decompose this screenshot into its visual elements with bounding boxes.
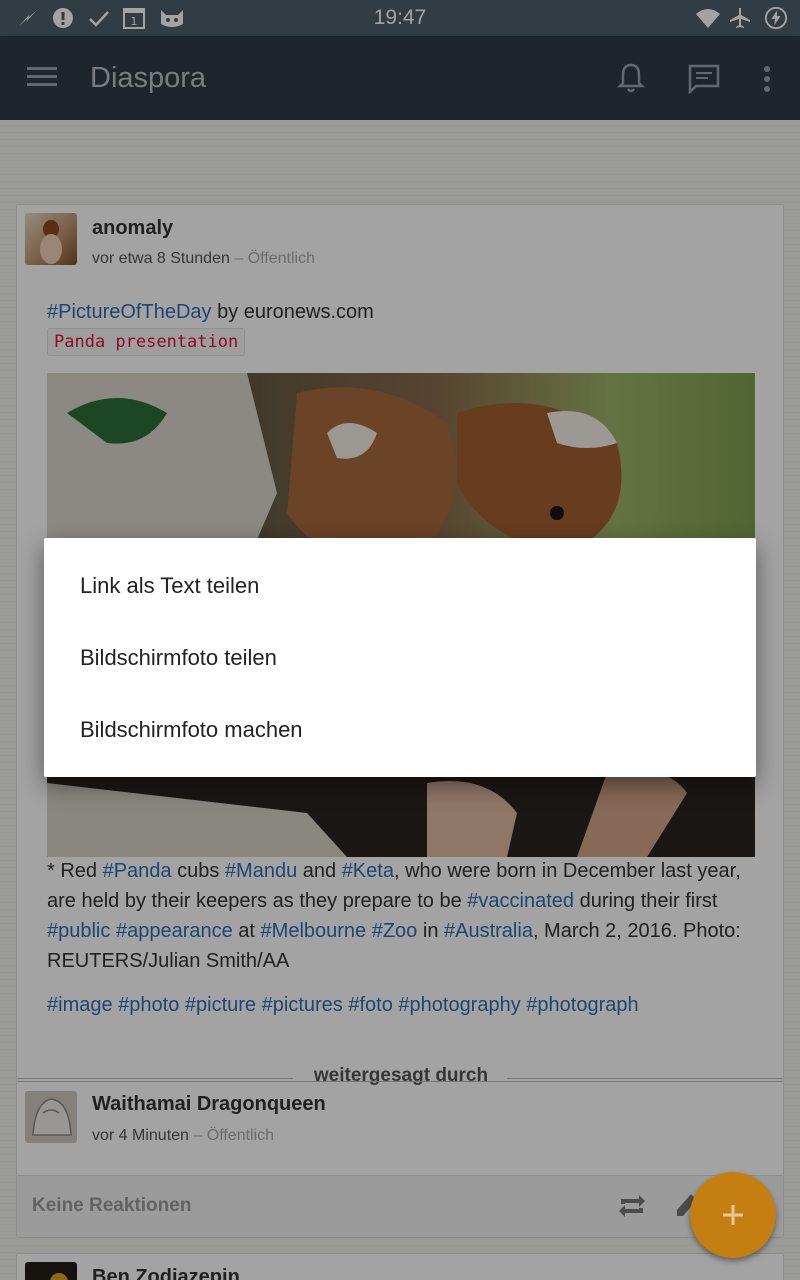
menu-item-share-screenshot[interactable]: Bildschirmfoto teilen: [44, 622, 756, 694]
menu-item-take-screenshot[interactable]: Bildschirmfoto machen: [44, 694, 756, 766]
plus-icon: [723, 1205, 743, 1225]
context-menu: Link als Text teilen Bildschirmfoto teil…: [44, 538, 756, 777]
compose-fab[interactable]: [690, 1172, 776, 1258]
menu-item-share-link-as-text[interactable]: Link als Text teilen: [44, 550, 756, 622]
